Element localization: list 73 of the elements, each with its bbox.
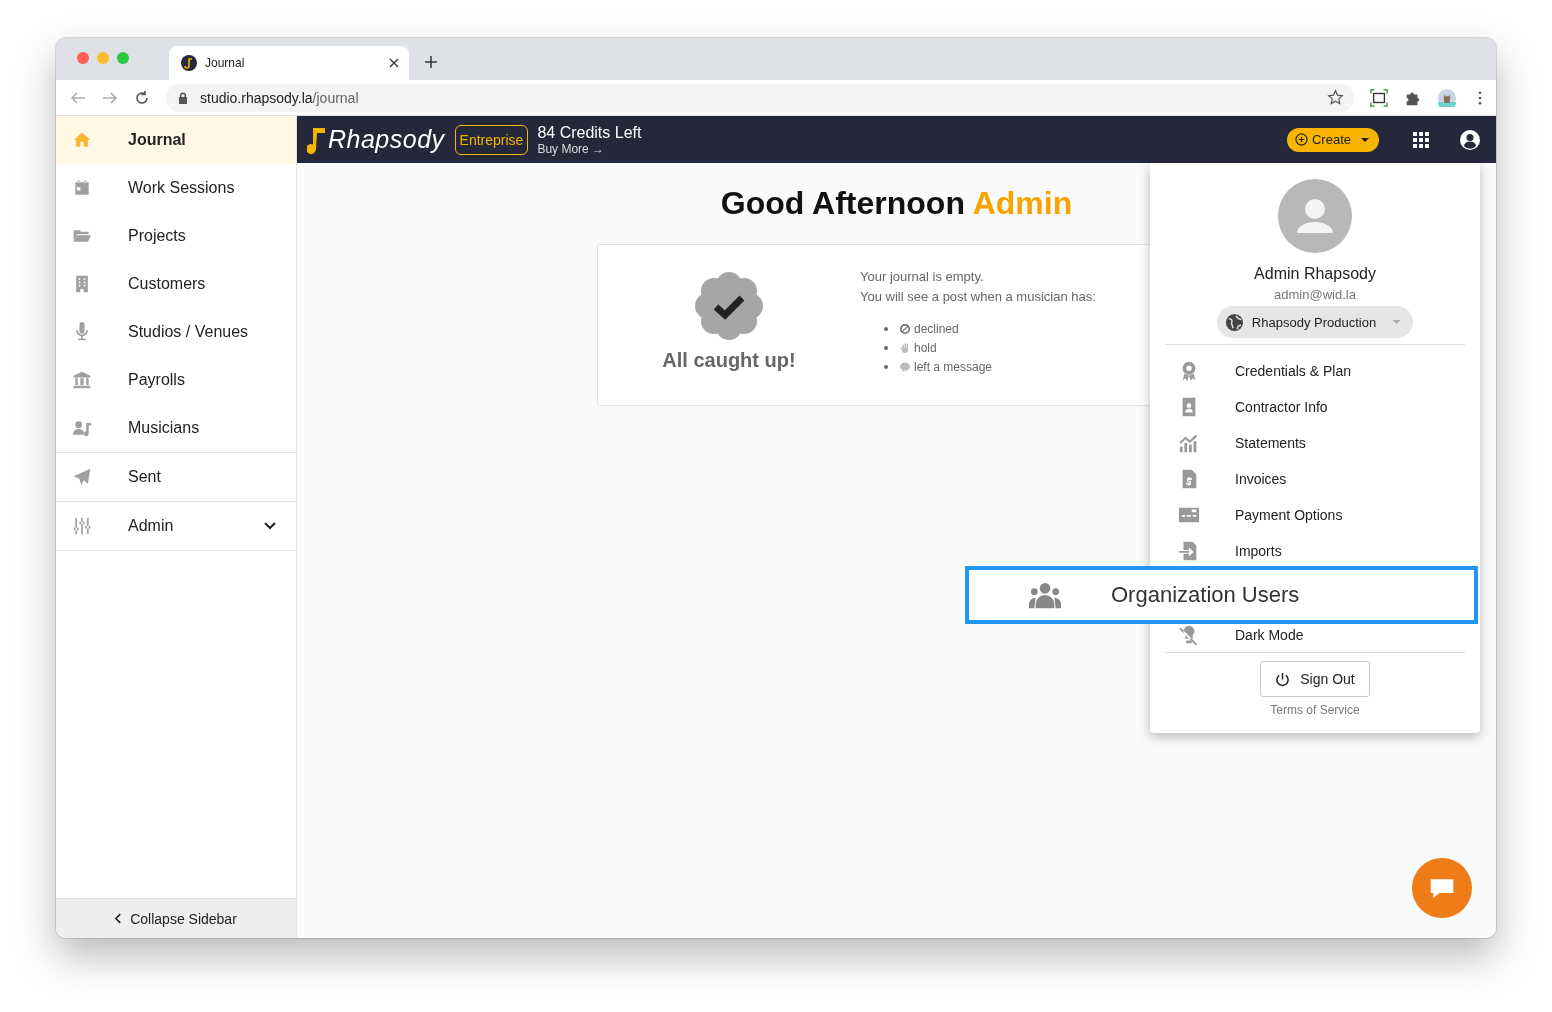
power-icon — [1275, 671, 1291, 687]
sidebar-item[interactable]: Projects — [56, 212, 296, 260]
terms-link[interactable]: Terms of Service — [1270, 703, 1360, 717]
user-email: admin@wid.la — [1274, 287, 1356, 302]
sidebar-item[interactable]: Payrolls — [56, 356, 296, 404]
reload-icon[interactable] — [134, 89, 150, 106]
reason-label: declined — [914, 321, 959, 336]
sliders-icon — [72, 516, 92, 536]
screenshot-icon[interactable] — [1370, 88, 1388, 107]
organization-users-callout[interactable]: Organization Users — [965, 566, 1478, 624]
menu-item[interactable]: Statements — [1178, 432, 1480, 454]
bullet-icon — [884, 345, 888, 350]
organization-users-label: Organization Users — [1111, 582, 1300, 608]
home-icon — [72, 130, 92, 150]
bookmark-star-icon[interactable] — [1327, 89, 1344, 106]
close-tab-icon[interactable] — [389, 58, 399, 68]
bank-icon — [72, 370, 92, 390]
browser-tab[interactable]: Journal — [169, 46, 409, 80]
caret-icon — [1392, 320, 1402, 324]
new-tab-icon[interactable] — [425, 56, 437, 68]
profile-avatar-icon[interactable] — [1438, 88, 1456, 107]
chat-button[interactable] — [1412, 858, 1472, 918]
favicon-icon — [181, 55, 197, 71]
credits-label: 84 Credits Left — [537, 123, 642, 142]
sidebar-item[interactable]: Work Sessions — [56, 164, 296, 212]
caret-icon — [1361, 137, 1369, 142]
explanation-text: You will see a post when a musician has: — [860, 288, 1096, 306]
globe-icon — [1224, 312, 1244, 332]
bullet-icon — [884, 364, 888, 369]
sidebar-item[interactable]: Journal — [56, 116, 296, 164]
musician-icon — [72, 418, 92, 438]
browser-menu-icon[interactable] — [1478, 90, 1482, 105]
bullet-icon — [884, 326, 888, 331]
ban-icon — [899, 322, 911, 335]
menu-item[interactable]: Credentials & Plan — [1178, 360, 1480, 382]
sidebar-item[interactable]: Admin — [56, 502, 296, 550]
address-field[interactable]: studio.rhapsody.la/journal — [166, 83, 1354, 112]
greeting-heading: Good Afternoon Admin — [720, 185, 1073, 222]
sidebar-item[interactable]: Customers — [56, 260, 296, 308]
menu-item[interactable]: Invoices — [1178, 468, 1480, 490]
chat-bubble-icon — [899, 360, 911, 373]
paper-plane-icon — [72, 467, 92, 487]
check-badge-icon — [694, 271, 764, 341]
collapse-sidebar-button[interactable]: Collapse Sidebar — [56, 898, 296, 938]
menu-item[interactable]: Dark Mode — [1178, 624, 1480, 646]
avatar-icon — [1278, 179, 1352, 253]
sidebar-item[interactable]: Musicians — [56, 404, 296, 452]
reason-label: hold — [914, 340, 937, 355]
sign-out-button[interactable]: Sign Out — [1260, 661, 1370, 697]
calendar-icon — [72, 178, 92, 198]
create-button[interactable]: Create — [1286, 127, 1379, 152]
reason-label: left a message — [914, 359, 993, 374]
apps-grid-icon[interactable] — [1413, 131, 1429, 148]
menu-item[interactable]: Contractor Info — [1178, 396, 1480, 418]
plus-circle-icon — [1294, 133, 1308, 146]
logo[interactable]: Rhapsody — [307, 124, 445, 155]
account-icon[interactable] — [1460, 129, 1480, 150]
lightbulb-off-icon — [1178, 624, 1200, 646]
menu-item[interactable]: Imports — [1178, 540, 1480, 562]
lock-icon — [178, 91, 188, 104]
chevron-left-icon — [115, 913, 123, 924]
buy-more-link[interactable]: Buy More → — [537, 141, 642, 156]
chevron-icon[interactable] — [264, 522, 276, 530]
sidebar-item[interactable]: Sent — [56, 453, 296, 501]
plan-badge: Entreprise — [454, 124, 529, 155]
bar-chart-icon — [1178, 432, 1200, 454]
all-caught-up-title: All caught up! — [662, 349, 796, 372]
sidebar-item[interactable]: Studios / Venues — [56, 308, 296, 356]
empty-journal-text: Your journal is empty. — [860, 268, 985, 286]
hand-icon — [899, 341, 911, 354]
organization-select[interactable]: Rhapsody Production — [1216, 306, 1414, 338]
user-name: Admin Rhapsody — [1254, 265, 1376, 283]
menu-item[interactable]: Payment Options — [1178, 504, 1480, 526]
